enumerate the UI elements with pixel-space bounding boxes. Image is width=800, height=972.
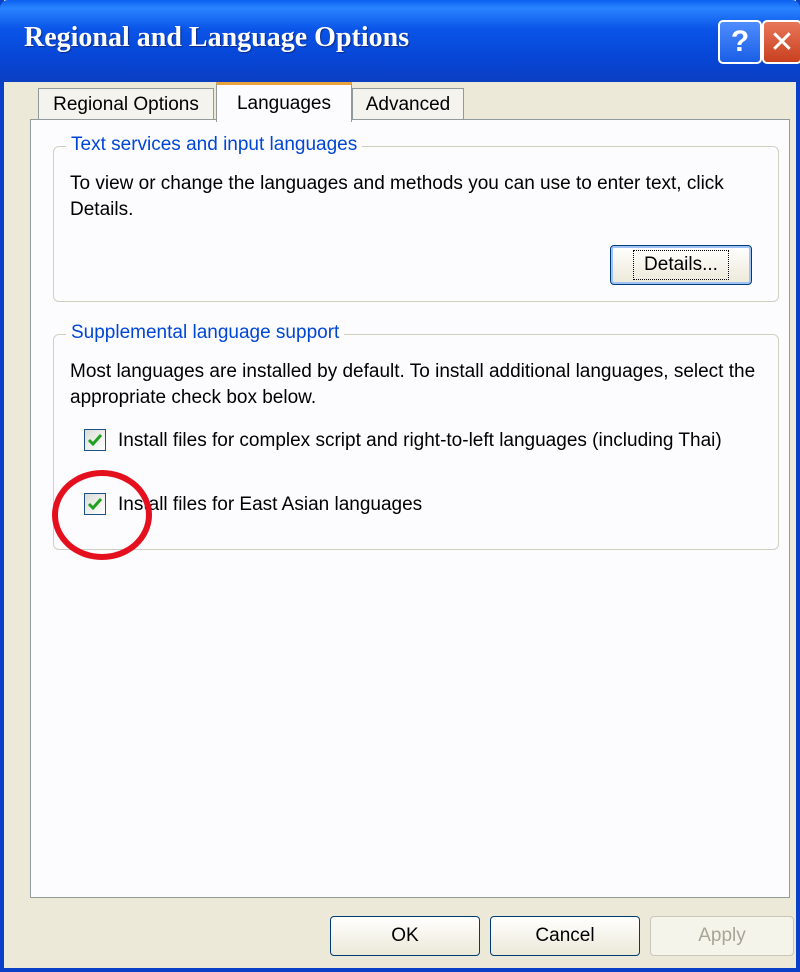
cancel-button[interactable]: Cancel bbox=[490, 916, 640, 956]
supplemental-legend: Supplemental language support bbox=[66, 322, 345, 344]
details-button-label: Details... bbox=[633, 250, 729, 280]
window-title: Regional and Language Options bbox=[24, 22, 410, 53]
tab-advanced[interactable]: Advanced bbox=[352, 88, 464, 120]
help-icon: ? bbox=[730, 25, 750, 58]
text-services-description: To view or change the languages and meth… bbox=[70, 173, 724, 220]
tab-strip: Regional Options Languages Advanced bbox=[30, 82, 790, 122]
languages-tab-panel: Text services and input languages To vie… bbox=[30, 119, 790, 898]
close-button[interactable]: ✕ bbox=[762, 20, 800, 64]
apply-button[interactable]: Apply bbox=[650, 916, 794, 956]
help-button[interactable]: ? bbox=[718, 20, 762, 64]
checkmark-icon bbox=[87, 434, 103, 447]
tab-languages[interactable]: Languages bbox=[216, 82, 352, 122]
text-services-group: Text services and input languages To vie… bbox=[53, 134, 779, 302]
dialog-window: Regional and Language Options ? ✕ Region… bbox=[0, 0, 800, 972]
title-bar[interactable]: Regional and Language Options ? ✕ bbox=[0, 0, 800, 82]
close-icon: ✕ bbox=[769, 25, 795, 59]
supplemental-description: Most languages are installed by default.… bbox=[70, 361, 756, 408]
tab-regional-options[interactable]: Regional Options bbox=[38, 88, 214, 120]
ok-button[interactable]: OK bbox=[330, 916, 480, 956]
complex-script-checkbox[interactable] bbox=[84, 429, 106, 451]
checkmark-icon bbox=[87, 498, 103, 511]
supplemental-language-group: Supplemental language support Most langu… bbox=[53, 322, 779, 550]
east-asian-checkbox[interactable] bbox=[84, 493, 106, 515]
details-button[interactable]: Details... bbox=[610, 245, 752, 285]
complex-script-label: Install files for complex script and rig… bbox=[118, 430, 722, 451]
east-asian-label: Install files for East Asian languages bbox=[118, 494, 423, 515]
text-services-legend: Text services and input languages bbox=[66, 134, 363, 156]
